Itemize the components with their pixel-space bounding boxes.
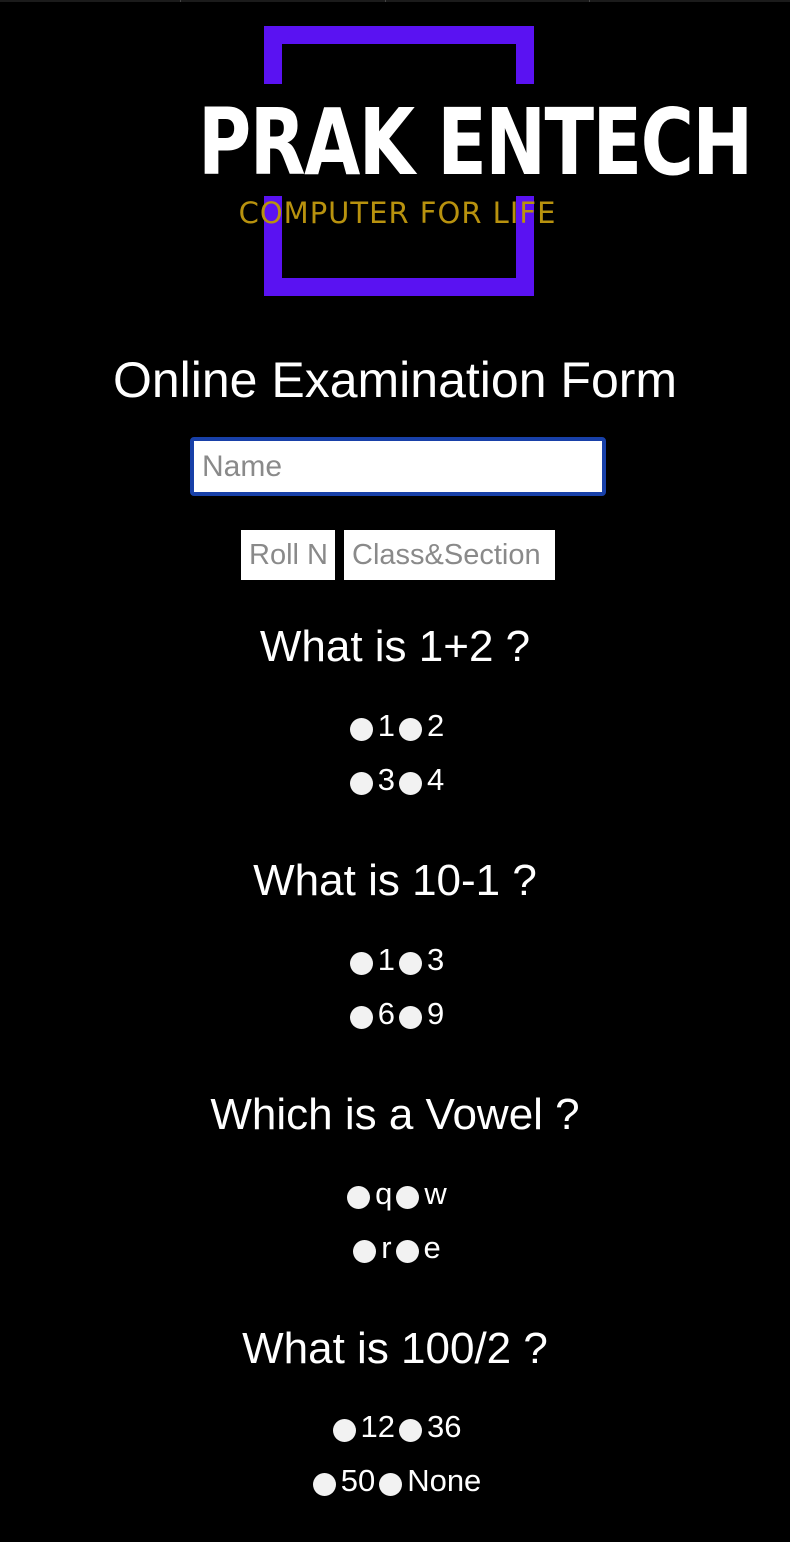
question-3-option-1[interactable]: q xyxy=(343,1174,392,1214)
question-4-option-2[interactable]: 36 xyxy=(395,1407,461,1447)
logo-tagline: COMPUTER FOR LIFE xyxy=(238,196,557,230)
roll-no-input[interactable] xyxy=(241,530,335,580)
radio-button[interactable] xyxy=(395,1239,419,1263)
question-3-option-4[interactable]: e xyxy=(392,1228,441,1268)
option-label: 2 xyxy=(427,708,445,743)
question-1-option-3[interactable]: 3 xyxy=(346,760,395,800)
question-3-option-2[interactable]: w xyxy=(392,1174,447,1214)
question-2-option-2[interactable]: 3 xyxy=(395,940,444,980)
question-2-option-3[interactable]: 6 xyxy=(346,994,395,1034)
question-1-option-4[interactable]: 4 xyxy=(395,760,444,800)
page: PRAK ENTECH COMPUTER FOR LIFE Online Exa… xyxy=(0,0,790,1542)
option-label: q xyxy=(375,1176,393,1211)
radio-button[interactable] xyxy=(379,1472,403,1496)
question-4-options-row-2: 50 None xyxy=(0,1461,790,1501)
question-3-options-row-2: r e xyxy=(0,1228,790,1268)
class-section-input[interactable] xyxy=(344,530,555,580)
option-label: r xyxy=(381,1230,392,1265)
page-title: Online Examination Form xyxy=(112,352,678,408)
question-2-option-1[interactable]: 1 xyxy=(346,940,395,980)
question-3-title: Which is a Vowel ? xyxy=(210,1090,580,1139)
option-label: 12 xyxy=(360,1409,395,1444)
radio-button[interactable] xyxy=(349,951,373,975)
question-2-options-row-2: 6 9 xyxy=(0,994,790,1034)
question-4-options-row-1: 12 36 xyxy=(0,1407,790,1447)
question-1-options-row-1: 1 2 xyxy=(0,706,790,746)
option-label: 1 xyxy=(377,708,395,743)
option-label: 3 xyxy=(427,942,445,977)
option-label: 3 xyxy=(377,762,395,797)
radio-button[interactable] xyxy=(399,1005,422,1029)
question-3-option-3[interactable]: r xyxy=(349,1228,392,1268)
option-label: 6 xyxy=(377,996,395,1031)
question-2-option-4[interactable]: 9 xyxy=(395,994,444,1034)
radio-button[interactable] xyxy=(332,1418,356,1442)
radio-button[interactable] xyxy=(399,1418,422,1442)
option-label: None xyxy=(407,1463,482,1498)
question-4-option-1[interactable]: 12 xyxy=(329,1407,395,1447)
logo-title: PRAK ENTECH xyxy=(198,89,753,196)
option-label: w xyxy=(424,1176,447,1211)
radio-button[interactable] xyxy=(349,717,373,741)
option-label: 36 xyxy=(427,1409,462,1444)
question-4-option-3[interactable]: 50 xyxy=(309,1461,375,1501)
radio-button[interactable] xyxy=(396,1185,420,1209)
radio-button[interactable] xyxy=(347,1185,371,1209)
question-1-title: What is 1+2 ? xyxy=(259,622,531,671)
option-label: 50 xyxy=(340,1463,376,1498)
name-input[interactable] xyxy=(190,437,606,496)
question-2-title: What is 10-1 ? xyxy=(253,856,537,905)
radio-button[interactable] xyxy=(349,1005,373,1029)
option-label: e xyxy=(423,1230,441,1265)
question-2-options-row-1: 1 3 xyxy=(0,940,790,980)
question-4-option-4[interactable]: None xyxy=(375,1461,481,1501)
question-1-option-2[interactable]: 2 xyxy=(395,706,444,746)
option-label: 9 xyxy=(427,996,445,1031)
radio-button[interactable] xyxy=(399,717,422,741)
option-label: 4 xyxy=(427,762,445,797)
radio-button[interactable] xyxy=(399,771,422,795)
radio-button[interactable] xyxy=(399,951,422,975)
radio-button[interactable] xyxy=(349,771,373,795)
question-1-option-1[interactable]: 1 xyxy=(346,706,395,746)
question-3-options-row-1: q w xyxy=(0,1174,790,1214)
logo: PRAK ENTECH COMPUTER FOR LIFE xyxy=(0,0,790,300)
radio-button[interactable] xyxy=(353,1239,377,1263)
option-label: 1 xyxy=(377,942,395,977)
question-4-title: What is 100/2 ? xyxy=(242,1324,548,1373)
question-1-options-row-2: 3 4 xyxy=(0,760,790,800)
radio-button[interactable] xyxy=(312,1472,336,1496)
